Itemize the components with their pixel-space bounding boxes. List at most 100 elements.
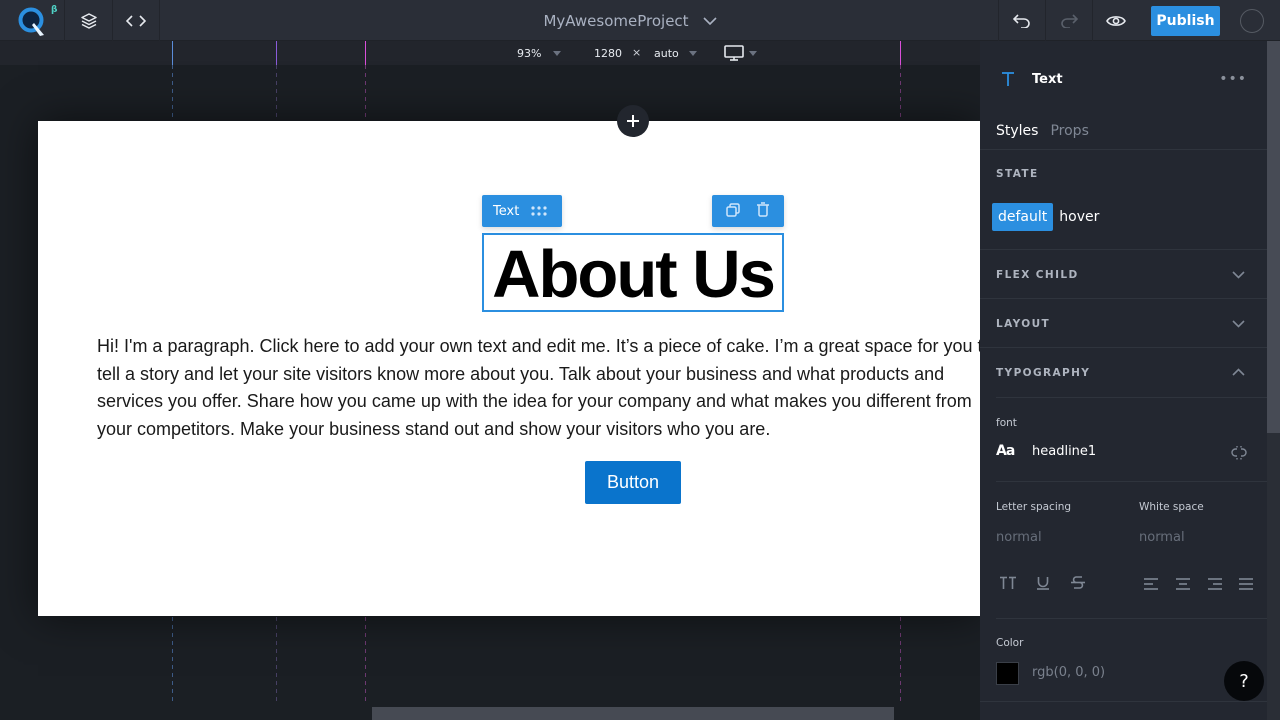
zoom-level[interactable]: 93% <box>517 47 541 60</box>
more-options-icon[interactable]: ••• <box>1219 71 1247 87</box>
underline-button[interactable] <box>1036 575 1050 594</box>
add-section-button[interactable] <box>617 105 649 137</box>
divider <box>980 149 1267 150</box>
top-bar-actions: Publish <box>998 0 1280 41</box>
color-value[interactable]: rgb(0, 0, 0) <box>1032 665 1105 680</box>
duplicate-button[interactable] <box>726 202 740 221</box>
panel-tabs: Styles Props <box>996 123 1089 139</box>
layers-button[interactable] <box>65 0 113 41</box>
project-selector[interactable]: MyAwesomeProject <box>543 11 717 30</box>
font-label: font <box>996 417 1017 429</box>
typography-section-title: TYPOGRAPHY <box>996 367 1091 379</box>
align-center-icon <box>1176 578 1190 590</box>
desktop-icon <box>724 45 744 61</box>
divider <box>980 249 1267 250</box>
text-type-icon <box>1002 72 1014 86</box>
viewport-toolbar: 93% 1280 × auto <box>0 41 980 65</box>
chevron-up-icon <box>1232 368 1245 376</box>
align-left-button[interactable] <box>1143 575 1159 594</box>
selected-heading-box[interactable]: About Us <box>482 233 784 312</box>
publish-button[interactable]: Publish <box>1151 5 1220 36</box>
tab-props[interactable]: Props <box>1050 123 1088 139</box>
color-label: Color <box>996 637 1024 649</box>
logo-icon <box>18 7 44 36</box>
state-section-title: STATE <box>996 168 1039 180</box>
panel-element-type: Text <box>1032 71 1063 87</box>
state-default-option[interactable]: default <box>992 203 1054 231</box>
device-selector[interactable] <box>723 45 745 64</box>
selected-element-type: Text <box>493 203 520 219</box>
align-left-icon <box>1144 578 1158 590</box>
viewport-width[interactable]: 1280 <box>594 47 622 60</box>
height-dropdown-caret-icon[interactable] <box>689 51 697 56</box>
align-justify-icon <box>1239 578 1253 590</box>
help-button[interactable]: ? <box>1224 661 1264 701</box>
strikethrough-button[interactable] <box>1070 575 1086 594</box>
code-icon <box>126 14 146 27</box>
align-center-button[interactable] <box>1175 575 1191 594</box>
state-hover-option[interactable]: hover <box>1059 209 1099 225</box>
align-justify-button[interactable] <box>1238 575 1254 594</box>
flex-child-section-title: FLEX CHILD <box>996 269 1079 281</box>
align-right-button[interactable] <box>1207 575 1223 594</box>
redo-icon <box>1061 13 1078 28</box>
heading-text[interactable]: About Us <box>492 241 776 308</box>
delete-button[interactable] <box>756 201 770 221</box>
white-space-input[interactable]: normal <box>1139 530 1185 545</box>
eye-icon <box>1106 15 1126 26</box>
letter-spacing-input[interactable]: normal <box>996 530 1042 545</box>
redo-button[interactable] <box>1045 0 1092 41</box>
divider <box>980 298 1267 299</box>
font-selector[interactable]: Aa headline1 <box>996 443 1251 461</box>
underline-icon <box>1037 577 1049 590</box>
horizontal-scrollbar[interactable] <box>372 707 894 720</box>
divider <box>980 701 1267 702</box>
preview-button[interactable] <box>1092 0 1139 41</box>
panel-scrollbar-thumb[interactable] <box>1267 41 1280 433</box>
project-name: MyAwesomeProject <box>543 11 689 30</box>
properties-panel: Text ••• Styles Props STATE default hove… <box>980 41 1267 720</box>
user-avatar[interactable] <box>1240 8 1264 33</box>
breakpoint-guide-marker[interactable] <box>276 41 277 65</box>
tab-styles[interactable]: Styles <box>996 123 1038 139</box>
code-button[interactable] <box>113 0 160 41</box>
divider <box>996 397 1267 398</box>
page-button[interactable]: Button <box>585 461 681 504</box>
divider <box>996 481 1267 482</box>
chevron-down-icon <box>1232 271 1245 279</box>
chevron-down-icon <box>702 16 717 25</box>
white-space-label: White space <box>1139 501 1204 513</box>
unlink-icon[interactable] <box>1231 445 1247 461</box>
align-right-icon <box>1208 578 1222 590</box>
layers-icon <box>80 12 97 29</box>
dimension-separator: × <box>632 46 642 59</box>
uppercase-button[interactable] <box>999 575 1017 594</box>
selected-element-actions <box>712 195 784 227</box>
divider <box>996 618 1267 619</box>
top-bar: β MyAwesomeProject Publish <box>0 0 1280 41</box>
divider <box>980 347 1267 348</box>
zoom-dropdown-caret-icon[interactable] <box>553 51 561 56</box>
device-dropdown-caret-icon[interactable] <box>749 51 757 56</box>
breakpoint-guide-marker[interactable] <box>365 41 366 65</box>
beta-badge: β <box>51 5 58 15</box>
uppercase-icon <box>1000 576 1016 589</box>
breakpoint-guide-marker[interactable] <box>900 41 901 65</box>
paragraph-text[interactable]: Hi! I'm a paragraph. Click here to add y… <box>97 333 980 443</box>
strikethrough-icon <box>1071 576 1085 589</box>
panel-header: Text ••• <box>980 65 1267 93</box>
chevron-down-icon <box>1232 320 1245 328</box>
state-selector: default hover <box>992 203 1099 231</box>
logo-button[interactable]: β <box>0 0 65 41</box>
text-decoration-row <box>996 575 1254 595</box>
undo-button[interactable] <box>998 0 1045 41</box>
viewport-height[interactable]: auto <box>654 47 679 60</box>
letter-spacing-label: Letter spacing <box>996 501 1072 513</box>
plus-icon <box>627 115 639 127</box>
font-icon: Aa <box>996 443 1015 459</box>
drag-handle-icon[interactable] <box>531 206 547 216</box>
breakpoint-guide-marker[interactable] <box>172 41 173 65</box>
selected-element-label[interactable]: Text <box>482 195 562 227</box>
color-swatch[interactable] <box>996 662 1019 685</box>
trash-icon <box>757 201 769 217</box>
